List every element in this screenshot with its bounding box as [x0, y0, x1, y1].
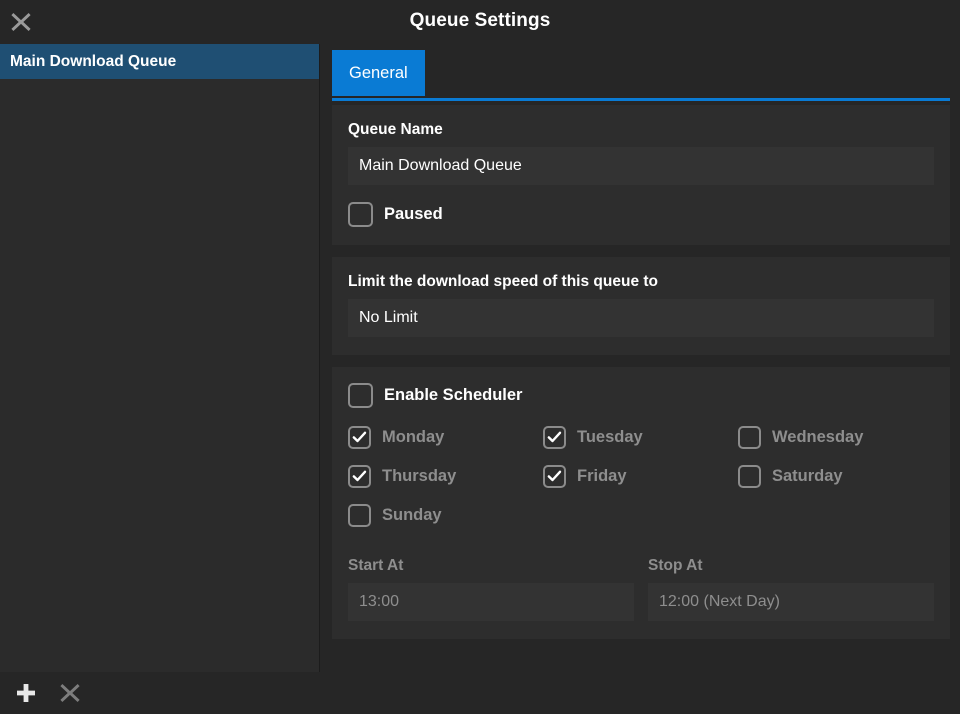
friday-label: Friday — [577, 467, 627, 486]
page-title: Queue Settings — [0, 10, 960, 32]
speed-limit-panel: Limit the download speed of this queue t… — [332, 257, 950, 355]
queue-list-sidebar: Main Download Queue — [0, 44, 320, 672]
tuesday-checkbox[interactable] — [543, 426, 566, 449]
day-checkbox-row-friday[interactable]: Friday — [543, 465, 738, 488]
speed-limit-input[interactable]: No Limit — [348, 299, 934, 337]
queue-settings-window: Queue Settings Main Download Queue Gener… — [0, 0, 960, 714]
stop-at-value: 12:00 (Next Day) — [659, 593, 780, 611]
enable-scheduler-row[interactable]: Enable Scheduler — [348, 383, 934, 408]
queue-name-input[interactable]: Main Download Queue — [348, 147, 934, 185]
paused-checkbox[interactable] — [348, 202, 373, 227]
monday-label: Monday — [382, 428, 444, 447]
sidebar-toolbar — [0, 672, 320, 714]
scheduler-days-grid: Monday Tuesday Wednesday — [348, 426, 934, 527]
stop-at-field: Stop At 12:00 (Next Day) — [648, 557, 934, 621]
tab-strip: General — [332, 50, 950, 102]
queue-name-label: Queue Name — [348, 121, 934, 139]
start-at-label: Start At — [348, 557, 634, 575]
days-grid-spacer-2 — [738, 504, 934, 527]
stop-at-input[interactable]: 12:00 (Next Day) — [648, 583, 934, 621]
scheduler-panel: Enable Scheduler Monday — [332, 367, 950, 639]
day-checkbox-row-saturday[interactable]: Saturday — [738, 465, 934, 488]
queue-item-label: Main Download Queue — [10, 53, 176, 71]
start-at-value: 13:00 — [359, 593, 399, 611]
stop-at-label: Stop At — [648, 557, 934, 575]
tab-general[interactable]: General — [332, 50, 425, 96]
friday-checkbox[interactable] — [543, 465, 566, 488]
speed-limit-label: Limit the download speed of this queue t… — [348, 273, 934, 291]
sunday-label: Sunday — [382, 506, 442, 525]
speed-limit-value: No Limit — [359, 309, 418, 327]
day-checkbox-row-sunday[interactable]: Sunday — [348, 504, 543, 527]
queue-name-value: Main Download Queue — [359, 157, 522, 175]
settings-panels: Queue Name Main Download Queue Paused Li… — [332, 105, 950, 651]
day-checkbox-row-monday[interactable]: Monday — [348, 426, 543, 449]
enable-scheduler-label: Enable Scheduler — [384, 386, 522, 405]
title-bar: Queue Settings — [0, 0, 960, 44]
paused-label: Paused — [384, 205, 443, 224]
scheduler-times-row: Start At 13:00 Stop At 12:00 (Next Day) — [348, 557, 934, 621]
day-checkbox-row-thursday[interactable]: Thursday — [348, 465, 543, 488]
day-checkbox-row-tuesday[interactable]: Tuesday — [543, 426, 738, 449]
tab-underline — [332, 98, 950, 101]
thursday-checkbox[interactable] — [348, 465, 371, 488]
settings-content: General Queue Name Main Download Queue P… — [321, 44, 960, 672]
monday-checkbox[interactable] — [348, 426, 371, 449]
day-checkbox-row-wednesday[interactable]: Wednesday — [738, 426, 934, 449]
plus-icon[interactable] — [12, 679, 40, 707]
saturday-label: Saturday — [772, 467, 843, 486]
saturday-checkbox[interactable] — [738, 465, 761, 488]
start-at-input[interactable]: 13:00 — [348, 583, 634, 621]
sunday-checkbox[interactable] — [348, 504, 371, 527]
tuesday-label: Tuesday — [577, 428, 643, 447]
enable-scheduler-checkbox[interactable] — [348, 383, 373, 408]
queue-name-panel: Queue Name Main Download Queue Paused — [332, 105, 950, 245]
days-grid-spacer-1 — [543, 504, 738, 527]
tab-general-label: General — [349, 64, 408, 83]
remove-cross-icon[interactable] — [56, 679, 84, 707]
start-at-field: Start At 13:00 — [348, 557, 634, 621]
wednesday-label: Wednesday — [772, 428, 863, 447]
sidebar-item-main-download-queue[interactable]: Main Download Queue — [0, 44, 319, 79]
paused-checkbox-row[interactable]: Paused — [348, 202, 934, 227]
wednesday-checkbox[interactable] — [738, 426, 761, 449]
thursday-label: Thursday — [382, 467, 456, 486]
